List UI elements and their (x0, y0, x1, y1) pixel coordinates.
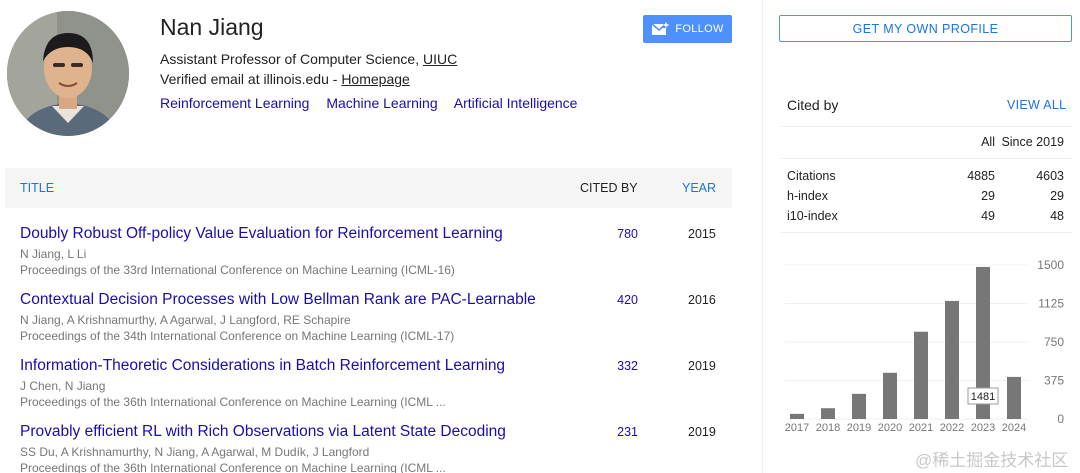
y-tick-label: 0 (1057, 412, 1064, 426)
y-tick-label: 375 (1044, 374, 1064, 388)
sort-by-title[interactable]: TITLE (20, 181, 54, 195)
follow-label: FOLLOW (675, 23, 724, 35)
stat-label[interactable]: i10-index (787, 209, 838, 223)
homepage-link[interactable]: Homepage (341, 71, 410, 87)
publication-year: 2016 (688, 293, 716, 307)
publication-year: 2015 (688, 227, 716, 241)
column-divider (762, 0, 763, 473)
publication-title[interactable]: Provably efficient RL with Rich Observat… (20, 423, 506, 441)
publication-year: 2019 (688, 359, 716, 373)
divider (781, 232, 1072, 233)
interest-link[interactable]: Reinforcement Learning (160, 95, 309, 111)
cited-by-count[interactable]: 332 (588, 359, 638, 373)
publication-title[interactable]: Doubly Robust Off-policy Value Evaluatio… (20, 225, 503, 243)
publication-authors: SS Du, A Krishnamurthy, N Jiang, A Agarw… (20, 445, 370, 459)
publication-authors: N Jiang, A Krishnamurthy, A Agarwal, J L… (20, 313, 351, 327)
affiliation-text: Assistant Professor of Computer Science, (160, 51, 423, 67)
interest-link[interactable]: Artificial Intelligence (454, 95, 578, 111)
publication-row: Doubly Robust Off-policy Value Evaluatio… (20, 225, 732, 287)
bar-2024[interactable] (1007, 376, 1021, 419)
publication-authors: N Jiang, L Li (20, 247, 87, 261)
divider (781, 126, 1072, 127)
stat-since: 4603 (1036, 169, 1064, 183)
bar-2020[interactable] (883, 372, 897, 419)
get-own-profile-button[interactable]: GET MY OWN PROFILE (779, 15, 1072, 42)
bar-2017[interactable] (790, 413, 804, 419)
view-all-link[interactable]: VIEW ALL (1007, 98, 1066, 112)
stat-label[interactable]: h-index (787, 189, 828, 203)
x-tick-label: 2023 (971, 422, 995, 434)
y-tick-label: 1500 (1037, 258, 1064, 272)
publication-venue: Proceedings of the 36th International Co… (20, 461, 446, 473)
divider (781, 158, 1072, 159)
col-header-since: Since 2019 (1001, 135, 1064, 149)
stat-since: 48 (1050, 209, 1064, 223)
cited-by-count[interactable]: 420 (588, 293, 638, 307)
y-tick-label: 750 (1044, 335, 1064, 349)
bar-2019[interactable] (852, 393, 866, 419)
cited-by-count[interactable]: 231 (588, 425, 638, 439)
cited-by-count[interactable]: 780 (588, 227, 638, 241)
watermark-text: @稀土掘金技术社区 (915, 451, 1069, 470)
bar-2022[interactable] (945, 300, 959, 419)
publication-title[interactable]: Contextual Decision Processes with Low B… (20, 291, 536, 309)
bar-2018[interactable] (821, 408, 835, 419)
x-tick-label: 2022 (940, 422, 964, 434)
institution-link[interactable]: UIUC (423, 51, 457, 67)
x-tick-label: 2024 (1002, 422, 1026, 434)
stat-label[interactable]: Citations (787, 169, 836, 183)
publication-year: 2019 (688, 425, 716, 439)
x-tick-label: 2018 (816, 422, 840, 434)
profile-email: Verified email at illinois.edu - Homepag… (160, 71, 410, 87)
publication-row: Contextual Decision Processes with Low B… (20, 291, 732, 353)
interest-link[interactable]: Machine Learning (326, 95, 437, 111)
publication-row: Provably efficient RL with Rich Observat… (20, 423, 732, 473)
follow-button[interactable]: FOLLOW (643, 15, 732, 43)
publication-title[interactable]: Information-Theoretic Considerations in … (20, 357, 505, 375)
stat-since: 29 (1050, 189, 1064, 203)
x-tick-label: 2021 (909, 422, 933, 434)
publication-venue: Proceedings of the 33rd International Co… (20, 263, 455, 277)
x-tick-label: 2019 (847, 422, 871, 434)
bar-tooltip-text: 1481 (971, 391, 995, 403)
x-tick-label: 2020 (878, 422, 902, 434)
bar-2021[interactable] (914, 331, 928, 419)
sort-by-year[interactable]: YEAR (682, 181, 716, 195)
publication-row: Information-Theoretic Considerations in … (20, 357, 732, 419)
profile-name: Nan Jiang (160, 14, 264, 40)
publication-venue: Proceedings of the 36th International Co… (20, 395, 446, 409)
y-tick-label: 1125 (1038, 297, 1064, 311)
sort-by-cited[interactable]: CITED BY (580, 181, 638, 195)
research-interests: Reinforcement Learning Machine Learning … (160, 95, 590, 111)
profile-affiliation: Assistant Professor of Computer Science,… (160, 51, 457, 67)
x-tick-label: 2017 (785, 422, 809, 434)
publications-header: TITLE CITED BY YEAR (5, 168, 732, 208)
citations-bar-chart: 1500 1125 750 375 0 2017 2018 2019 2020 2021 2022 2… (785, 258, 1065, 434)
cited-by-heading: Cited by (787, 97, 839, 113)
profile-avatar (7, 11, 129, 136)
publication-authors: J Chen, N Jiang (20, 379, 106, 393)
email-text: Verified email at illinois.edu - (160, 71, 342, 87)
envelope-plus-icon (651, 22, 670, 35)
publication-venue: Proceedings of the 34th International Co… (20, 329, 455, 343)
